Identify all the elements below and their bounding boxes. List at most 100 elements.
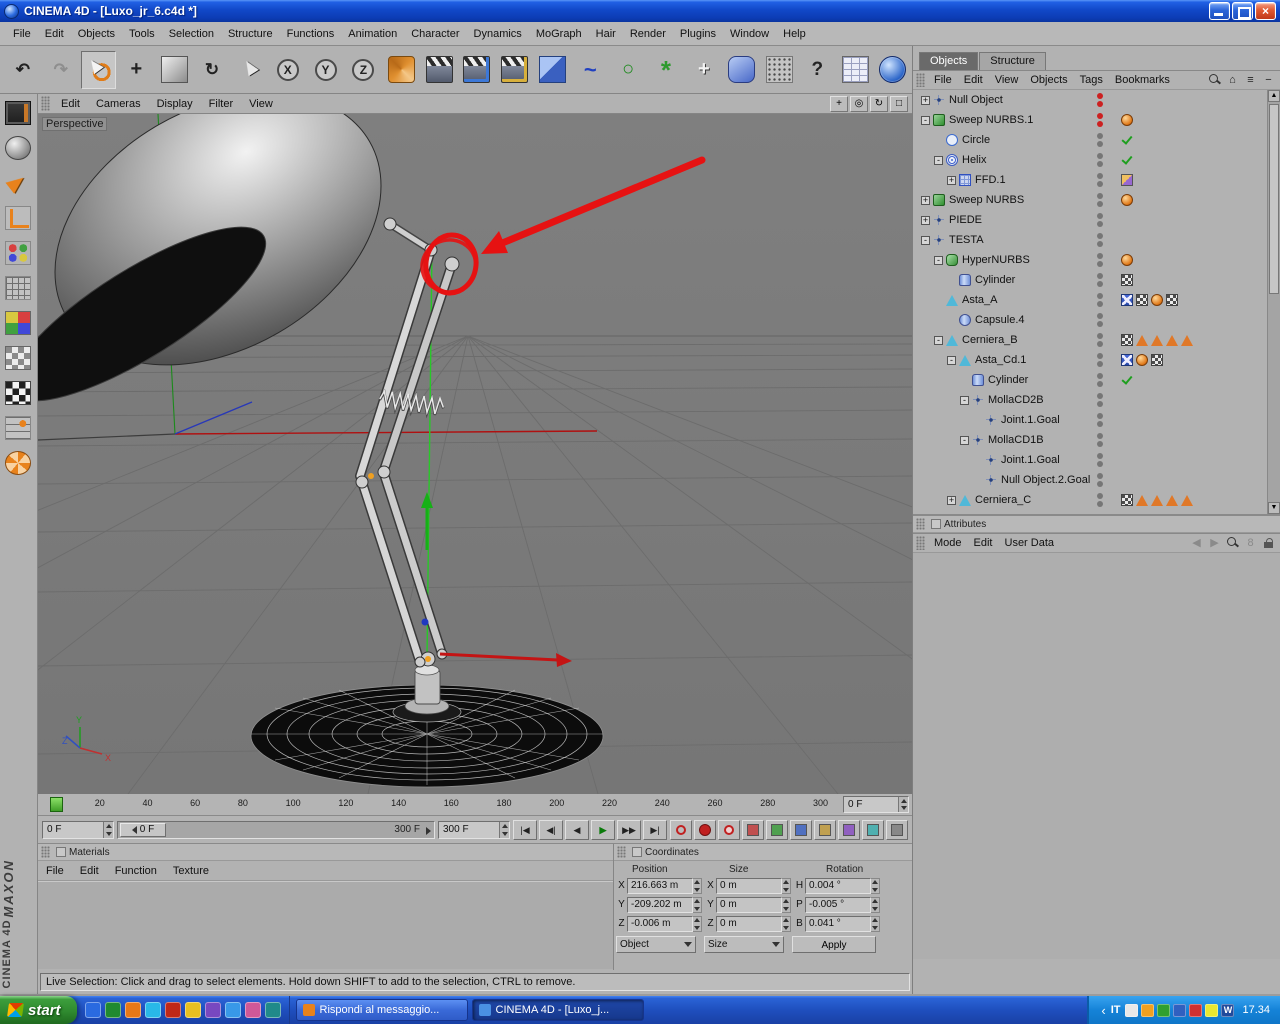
quicklaunch-app-icon[interactable] (144, 1002, 161, 1018)
filter-icon[interactable]: ≡ (1243, 73, 1258, 87)
tray-icon[interactable] (1157, 1003, 1171, 1017)
toggle-view-button[interactable]: □ (890, 95, 908, 112)
menu-item[interactable]: Hair (589, 24, 623, 44)
selection-tool-button[interactable] (232, 51, 268, 89)
field-stepper[interactable] (782, 877, 791, 894)
move-tool-icon[interactable] (1, 167, 35, 199)
rotation-field[interactable]: 0.041 ° (805, 915, 871, 932)
online-updater-button[interactable] (875, 51, 911, 89)
zoom-view-button[interactable]: ◎ (850, 95, 868, 112)
rotation-field[interactable]: 0.004 ° (805, 877, 871, 894)
visibility-dots[interactable] (1097, 133, 1103, 147)
tree-expander[interactable]: + (947, 175, 956, 185)
check-tag[interactable] (1121, 134, 1133, 146)
home-icon[interactable]: ⌂ (1225, 73, 1240, 87)
visibility-dots[interactable] (1097, 393, 1103, 407)
panel-toggle[interactable] (931, 519, 941, 529)
collapse-icon[interactable]: − (1261, 73, 1276, 87)
taskbar-task-button[interactable]: Rispondi al messaggio... (295, 999, 468, 1021)
pan-view-button[interactable]: + (830, 95, 848, 112)
clock[interactable]: 17.34 (1242, 1004, 1270, 1016)
attributes-menu-item[interactable]: Mode (928, 535, 968, 551)
apply-button[interactable]: Apply (792, 936, 876, 953)
visibility-dots[interactable] (1097, 333, 1103, 347)
tree-row[interactable]: - MollaCD1B (913, 430, 1280, 450)
phong-tag[interactable] (1121, 194, 1133, 206)
quicklaunch-app-icon[interactable] (244, 1002, 261, 1018)
content-browser-button[interactable] (837, 51, 873, 89)
quicklaunch-app-icon[interactable] (264, 1002, 281, 1018)
object-manager-menu-item[interactable]: Tags (1074, 72, 1109, 88)
menu-item[interactable]: Selection (162, 24, 221, 44)
render-view-button[interactable] (421, 51, 457, 89)
viewport-menu-item[interactable]: Filter (201, 96, 241, 112)
tree-expander[interactable]: - (934, 155, 943, 165)
tray-icon[interactable] (1141, 1003, 1155, 1017)
add-primitive-button[interactable] (535, 51, 571, 89)
tree-expander[interactable]: - (960, 395, 969, 405)
quicklaunch-app-icon[interactable] (224, 1002, 241, 1018)
field-stepper[interactable] (693, 896, 702, 913)
position-field[interactable]: 216.663 m (627, 877, 693, 894)
object-label[interactable]: Cerniera_C (975, 494, 1031, 506)
y-axis-lock-button[interactable]: Y (308, 51, 344, 89)
taskbar-task-button[interactable]: CINEMA 4D - [Luxo_j... (471, 999, 644, 1021)
visibility-dots[interactable] (1097, 493, 1103, 507)
x-axis-lock-button[interactable]: X (270, 51, 306, 89)
record-pla-toggle[interactable] (838, 819, 860, 840)
tree-row[interactable]: Capsule.4 (913, 310, 1280, 330)
attributes-menu-item[interactable]: User Data (999, 535, 1061, 551)
record-parameter-toggle[interactable] (814, 819, 836, 840)
viewport-menu-item[interactable]: Edit (53, 96, 88, 112)
rotation-field[interactable]: -0.005 ° (805, 896, 871, 913)
add-nurbs-button[interactable]: ○ (610, 51, 646, 89)
object-label[interactable]: Asta_Cd.1 (975, 354, 1026, 366)
minimize-button[interactable] (1209, 2, 1230, 20)
menu-item[interactable]: Functions (280, 24, 342, 44)
history-icon[interactable]: 8 (1243, 536, 1258, 550)
start-button[interactable]: start (0, 996, 77, 1024)
manager-tab[interactable]: Objects (919, 52, 979, 70)
tray-icon[interactable]: W (1221, 1003, 1235, 1017)
visibility-dots[interactable] (1097, 193, 1103, 207)
z-axis-lock-button[interactable]: Z (345, 51, 381, 89)
visibility-dots[interactable] (1097, 173, 1103, 187)
object-label[interactable]: Cylinder (988, 374, 1028, 386)
record-position-toggle[interactable] (742, 819, 764, 840)
end-frame-stepper[interactable] (499, 821, 509, 838)
color-palette-icon[interactable] (1, 307, 35, 339)
tree-row[interactable]: + Null Object (913, 90, 1280, 110)
object-mode-select[interactable]: Object (616, 936, 696, 953)
materials-menu-item[interactable]: Texture (165, 863, 217, 879)
current-frame-marker[interactable] (50, 797, 63, 812)
scale-tool-button[interactable] (156, 51, 192, 89)
viewport-menu-item[interactable]: Display (149, 96, 201, 112)
quicklaunch-app-icon[interactable] (124, 1002, 141, 1018)
attributes-body[interactable] (913, 553, 1280, 959)
quicklaunch-app-icon[interactable] (164, 1002, 181, 1018)
field-stepper[interactable] (782, 896, 791, 913)
menu-item[interactable]: Animation (341, 24, 404, 44)
tree-row[interactable]: Cylinder (913, 370, 1280, 390)
menu-item[interactable]: Tools (122, 24, 162, 44)
visibility-dots[interactable] (1097, 213, 1103, 227)
record-selection-button[interactable] (718, 819, 740, 840)
tree-row[interactable]: - Cerniera_B (913, 330, 1280, 350)
tree-scrollbar[interactable]: ▲ ▼ (1267, 90, 1280, 514)
back-icon[interactable]: ◀ (1189, 536, 1204, 550)
live-selection-button[interactable] (80, 50, 117, 89)
tree-row[interactable]: + FFD.1 (913, 170, 1280, 190)
visibility-dots[interactable] (1097, 433, 1103, 447)
object-label[interactable]: Null Object.2.Goal (1001, 474, 1090, 486)
quicklaunch-app-icon[interactable] (84, 1002, 101, 1018)
visibility-dots[interactable] (1097, 113, 1103, 127)
tray-collapse-icon[interactable]: ‹ (1101, 1003, 1105, 1018)
ik-tag[interactable] (1166, 494, 1178, 506)
tree-row[interactable]: Joint.1.Goal (913, 410, 1280, 430)
menu-item[interactable]: MoGraph (529, 24, 589, 44)
selection-wheel-icon[interactable] (1, 447, 35, 479)
help-button[interactable]: ? (799, 51, 835, 89)
size-field[interactable]: 0 m (716, 915, 782, 932)
current-frame-field[interactable]: 0 F (843, 796, 909, 813)
rotate-view-button[interactable]: ↻ (870, 95, 888, 112)
